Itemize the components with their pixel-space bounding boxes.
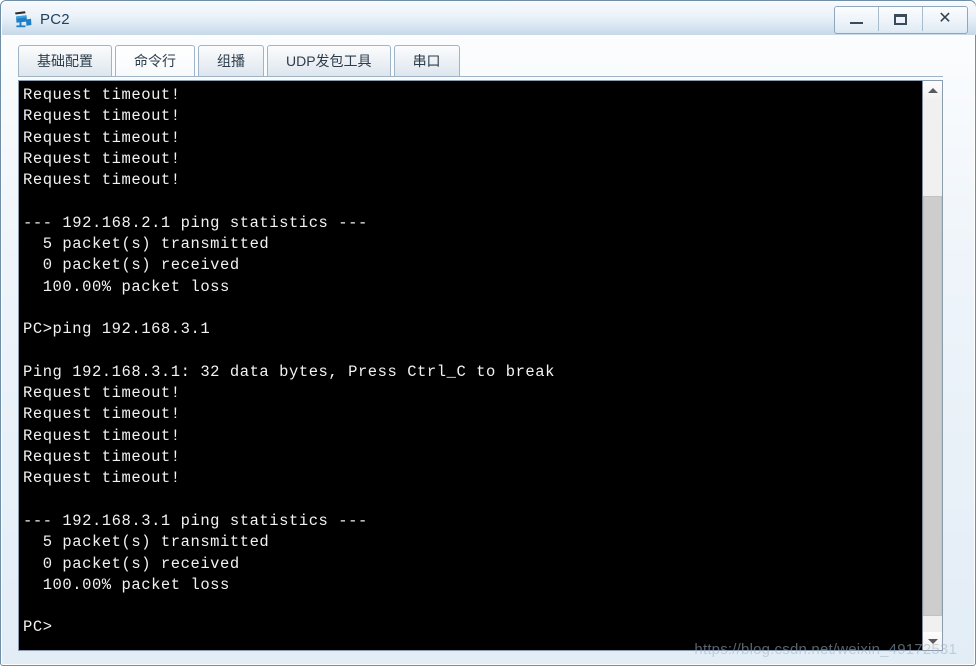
tab-basic-config[interactable]: 基础配置 bbox=[18, 45, 112, 76]
scrollbar-track-upper[interactable] bbox=[923, 99, 942, 196]
terminal-line: Request timeout! bbox=[23, 448, 181, 467]
scroll-down-button[interactable] bbox=[923, 632, 942, 650]
terminal-line: --- 192.168.3.1 ping statistics --- bbox=[23, 511, 368, 530]
terminal-line: Request timeout! bbox=[23, 86, 181, 104]
tab-label: 命令行 bbox=[134, 53, 176, 69]
close-icon: ✕ bbox=[938, 10, 952, 27]
terminal-line: Request timeout! bbox=[23, 128, 181, 147]
terminal-line: Request timeout! bbox=[23, 426, 181, 445]
terminal-line: Ping 192.168.3.1: 32 data bytes, Press C… bbox=[23, 362, 555, 381]
tab-label: UDP发包工具 bbox=[286, 53, 372, 69]
scroll-up-button[interactable] bbox=[923, 81, 942, 99]
terminal-line: 5 packet(s) transmitted bbox=[23, 235, 270, 254]
tab-strip: 基础配置 命令行 组播 UDP发包工具 串口 bbox=[18, 45, 943, 77]
terminal-line: Request timeout! bbox=[23, 405, 181, 424]
terminal-panel: Request timeout! Request timeout! Request … bbox=[18, 80, 943, 651]
terminal-line: 0 packet(s) received bbox=[23, 554, 240, 573]
terminal-line: 0 packet(s) received bbox=[23, 256, 240, 275]
chevron-up-icon bbox=[927, 87, 938, 93]
pc2-window: PC2 ✕ 基础配置 命令行 组播 UDP发包工具 串口 Request tim… bbox=[0, 0, 976, 666]
maximize-button[interactable] bbox=[879, 7, 923, 31]
tab-command-line[interactable]: 命令行 bbox=[115, 45, 195, 76]
scrollbar-thumb[interactable] bbox=[923, 196, 942, 616]
tab-udp-packet-tool[interactable]: UDP发包工具 bbox=[267, 45, 391, 76]
terminal-line: Request timeout! bbox=[23, 171, 181, 190]
terminal-line: 100.00% packet loss bbox=[23, 277, 230, 296]
tab-label: 基础配置 bbox=[37, 53, 93, 69]
terminal-scrollbar[interactable] bbox=[922, 81, 942, 650]
minimize-icon bbox=[850, 21, 863, 24]
terminal-line: 100.00% packet loss bbox=[23, 575, 230, 594]
terminal-line: --- 192.168.2.1 ping statistics --- bbox=[23, 213, 368, 232]
terminal-line: 5 packet(s) transmitted bbox=[23, 533, 270, 552]
chevron-down-icon bbox=[927, 638, 938, 644]
window-controls: ✕ bbox=[834, 6, 968, 34]
terminal-line: Request timeout! bbox=[23, 469, 181, 488]
close-button[interactable]: ✕ bbox=[923, 7, 967, 31]
window-title: PC2 bbox=[40, 10, 70, 28]
maximize-icon bbox=[894, 13, 907, 25]
pc-device-icon bbox=[13, 9, 33, 29]
terminal-line: Request timeout! bbox=[23, 384, 181, 403]
terminal-line: PC>ping 192.168.3.1 bbox=[23, 320, 211, 339]
window-titlebar[interactable]: PC2 ✕ bbox=[2, 2, 976, 35]
tab-label: 串口 bbox=[412, 53, 441, 69]
tab-label: 组播 bbox=[217, 53, 245, 69]
terminal-line: Request timeout! bbox=[23, 107, 181, 126]
terminal-output[interactable]: Request timeout! Request timeout! Request … bbox=[19, 81, 922, 650]
window-title-group: PC2 bbox=[13, 7, 70, 31]
minimize-button[interactable] bbox=[835, 7, 879, 31]
terminal-line: Request timeout! bbox=[23, 149, 181, 168]
terminal-line: PC> bbox=[23, 618, 53, 637]
tab-multicast[interactable]: 组播 bbox=[198, 45, 264, 76]
tab-serial-port[interactable]: 串口 bbox=[393, 45, 460, 76]
